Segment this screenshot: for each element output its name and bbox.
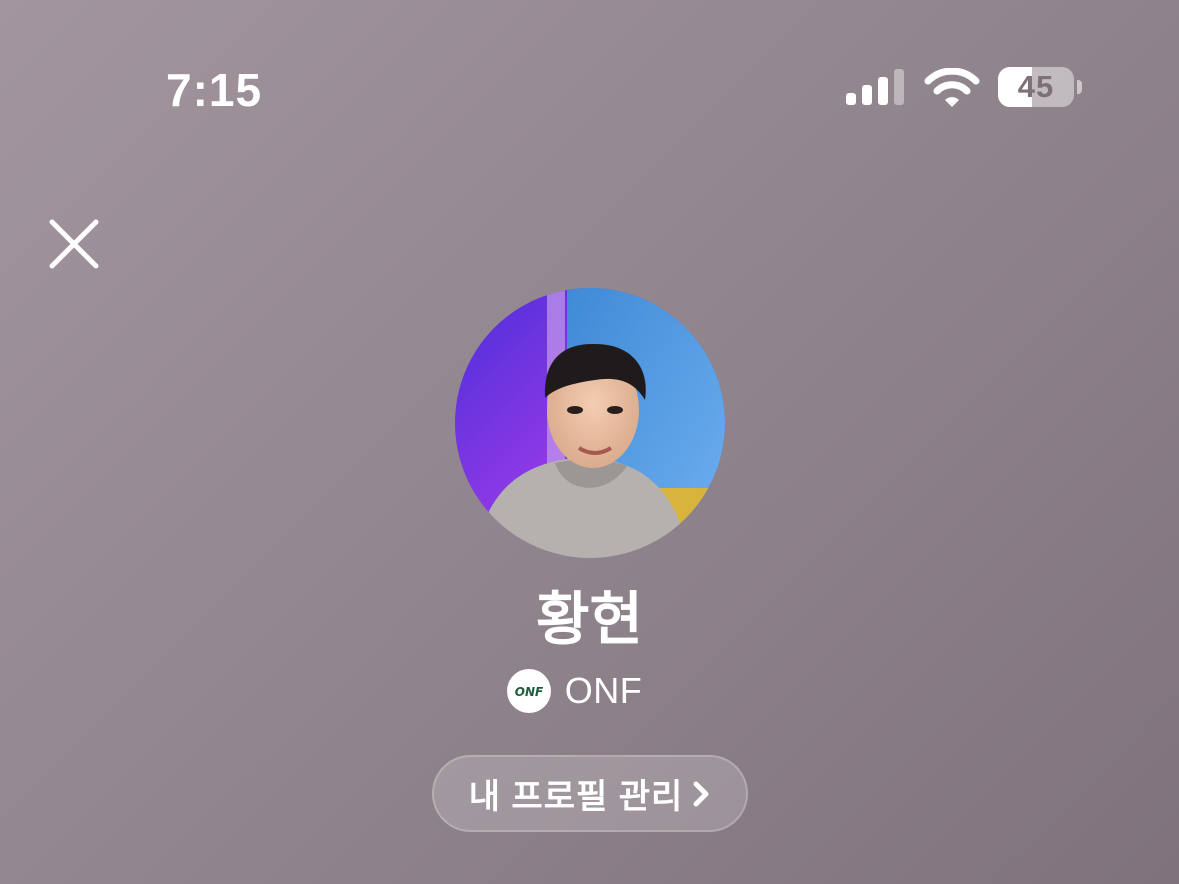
battery-body: 45 — [998, 67, 1074, 107]
wifi-icon — [924, 68, 980, 107]
profile-name: 황현 — [536, 587, 643, 652]
battery-level: 45 — [1017, 69, 1055, 104]
avatar-photo — [455, 288, 725, 558]
group-row[interactable]: ONF ONF — [0, 668, 1179, 714]
manage-profile-button[interactable]: 내 프로필 관리 — [432, 755, 748, 832]
group-name: ONF — [564, 670, 643, 711]
close-button[interactable] — [46, 216, 102, 272]
battery-icon: 45 — [998, 67, 1084, 109]
chevron-right-icon — [693, 781, 709, 806]
close-icon — [49, 219, 99, 269]
status-time: 7:15 — [166, 64, 263, 116]
group-logo-text: ONF — [515, 685, 544, 699]
group-logo-icon: ONF — [506, 669, 551, 713]
group-logo-mark: ONF — [515, 685, 544, 699]
battery-cap — [1077, 80, 1082, 94]
manage-profile-label: 내 프로필 관리 — [468, 778, 684, 816]
signal-icon — [846, 69, 904, 105]
avatar[interactable] — [455, 288, 725, 558]
